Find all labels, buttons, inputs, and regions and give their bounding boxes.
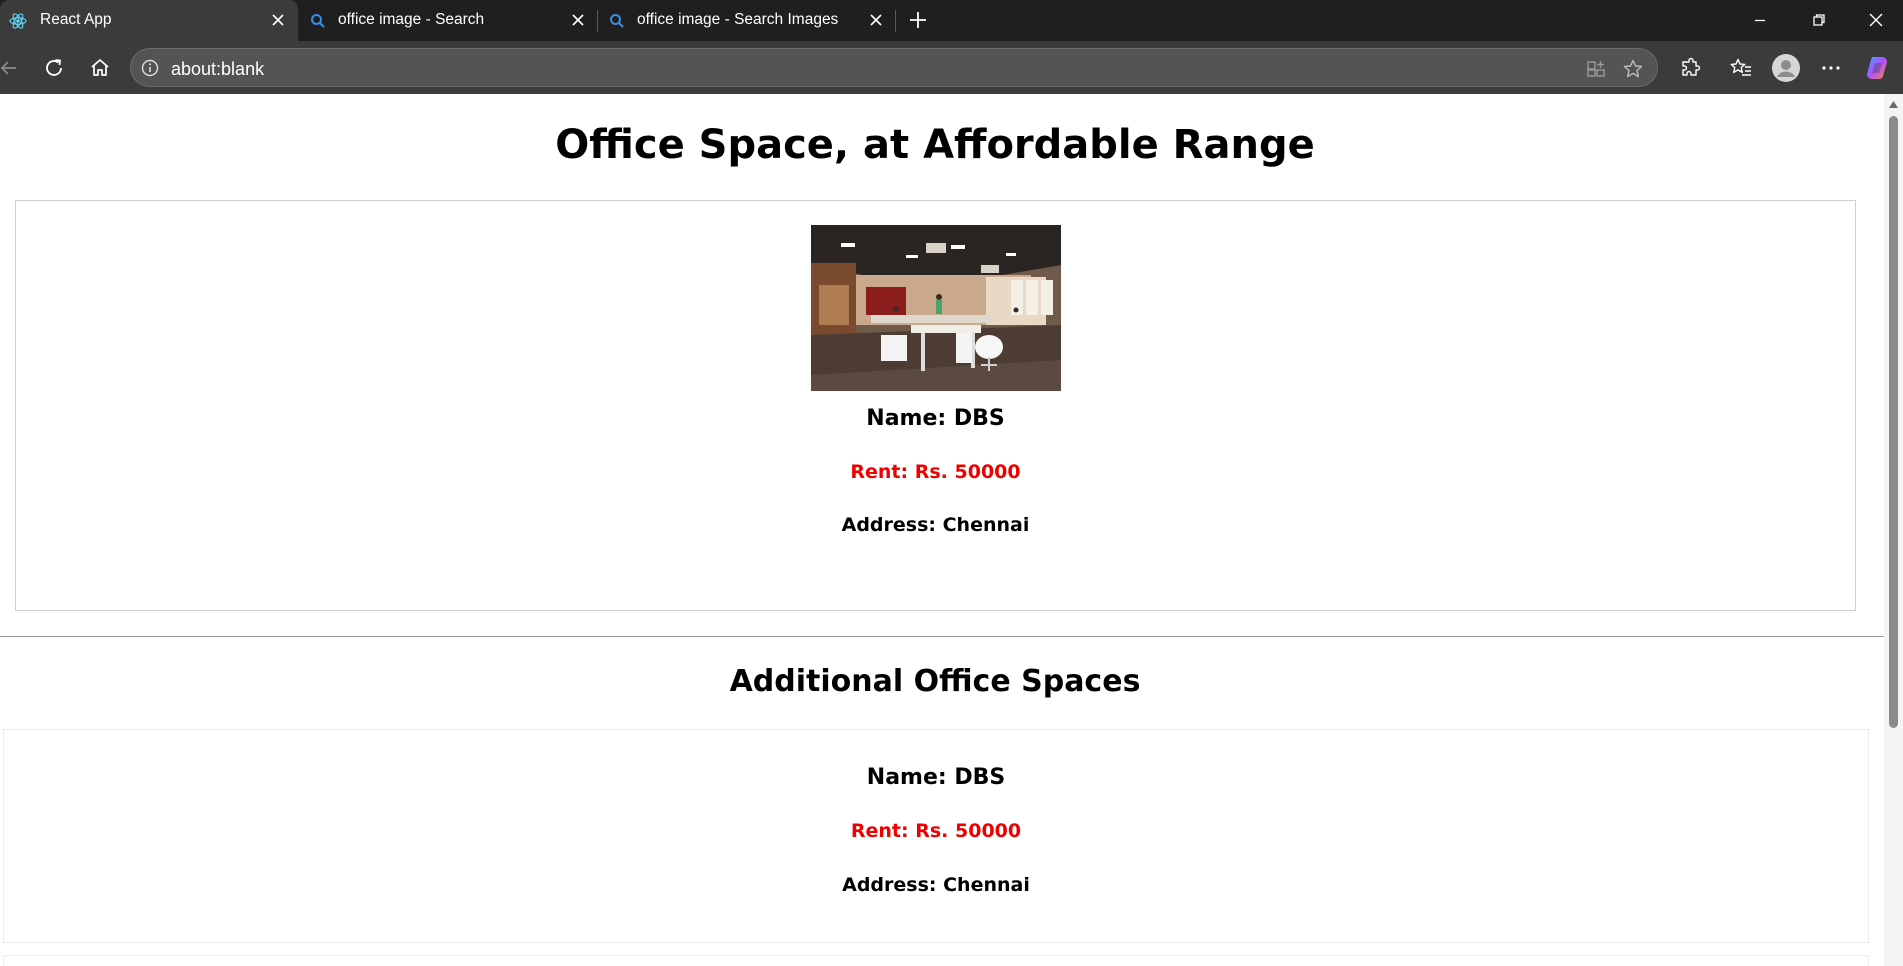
page-viewport: Office Space, at Affordable Range Name: …	[0, 94, 1884, 966]
additional-office-card	[3, 955, 1869, 966]
tab-separator	[895, 10, 896, 32]
office-rent: Rent: Rs. 50000	[850, 820, 1022, 842]
close-window-icon[interactable]	[1864, 8, 1888, 32]
back-icon[interactable]	[0, 55, 22, 81]
office-address: Address: Chennai	[842, 874, 1030, 896]
minimize-icon[interactable]	[1748, 8, 1772, 32]
office-address: Address: Chennai	[841, 514, 1030, 536]
tab-office-image-search[interactable]: office image - Search	[300, 0, 596, 41]
additional-office-card: Name: DBS Rent: Rs. 50000 Address: Chenn…	[3, 729, 1869, 943]
home-icon[interactable]	[87, 55, 113, 81]
favorite-star-icon[interactable]	[1621, 57, 1645, 81]
section-title: Additional Office Spaces	[729, 664, 1141, 699]
tab-title: office image - Search	[338, 11, 485, 28]
tab-title: office image - Search Images	[637, 11, 839, 28]
more-options-icon[interactable]	[1818, 55, 1844, 81]
tab-react-app[interactable]: React App	[0, 0, 298, 41]
vertical-scrollbar[interactable]	[1884, 94, 1903, 966]
browser-toolbar: about:blank	[0, 41, 1903, 94]
page-title: Office Space, at Affordable Range	[555, 122, 1315, 168]
address-text[interactable]: about:blank	[171, 59, 264, 80]
favorites-icon[interactable]	[1728, 55, 1754, 81]
scroll-up-arrow-icon[interactable]	[1888, 100, 1899, 109]
extensions-icon[interactable]	[1677, 55, 1703, 81]
address-bar[interactable]: about:blank	[130, 48, 1658, 87]
close-icon[interactable]	[568, 10, 588, 30]
app-available-icon[interactable]	[1584, 57, 1608, 81]
restore-icon[interactable]	[1807, 8, 1831, 32]
refresh-icon[interactable]	[41, 55, 67, 81]
react-icon	[9, 13, 27, 29]
featured-office-card: Name: DBS Rent: Rs. 50000 Address: Chenn…	[15, 200, 1856, 611]
scrollbar-thumb[interactable]	[1889, 116, 1898, 728]
close-icon[interactable]	[268, 10, 288, 30]
tab-title: React App	[40, 11, 112, 28]
new-tab-button[interactable]	[906, 8, 930, 32]
tab-strip: React App office image - Search office i…	[0, 0, 1903, 41]
search-icon	[311, 14, 325, 28]
copilot-icon[interactable]	[1863, 54, 1891, 82]
tab-office-image-search-images[interactable]: office image - Search Images	[599, 0, 895, 41]
office-name: Name: DBS	[866, 765, 1006, 790]
office-rent: Rent: Rs. 50000	[850, 461, 1021, 483]
search-icon	[610, 14, 624, 28]
office-name: Name: DBS	[866, 406, 1005, 431]
section-divider	[0, 636, 1884, 637]
office-photo	[811, 225, 1061, 391]
close-icon[interactable]	[866, 10, 886, 30]
info-icon[interactable]	[140, 58, 160, 78]
tab-separator	[597, 10, 598, 32]
avatar[interactable]	[1771, 53, 1801, 83]
